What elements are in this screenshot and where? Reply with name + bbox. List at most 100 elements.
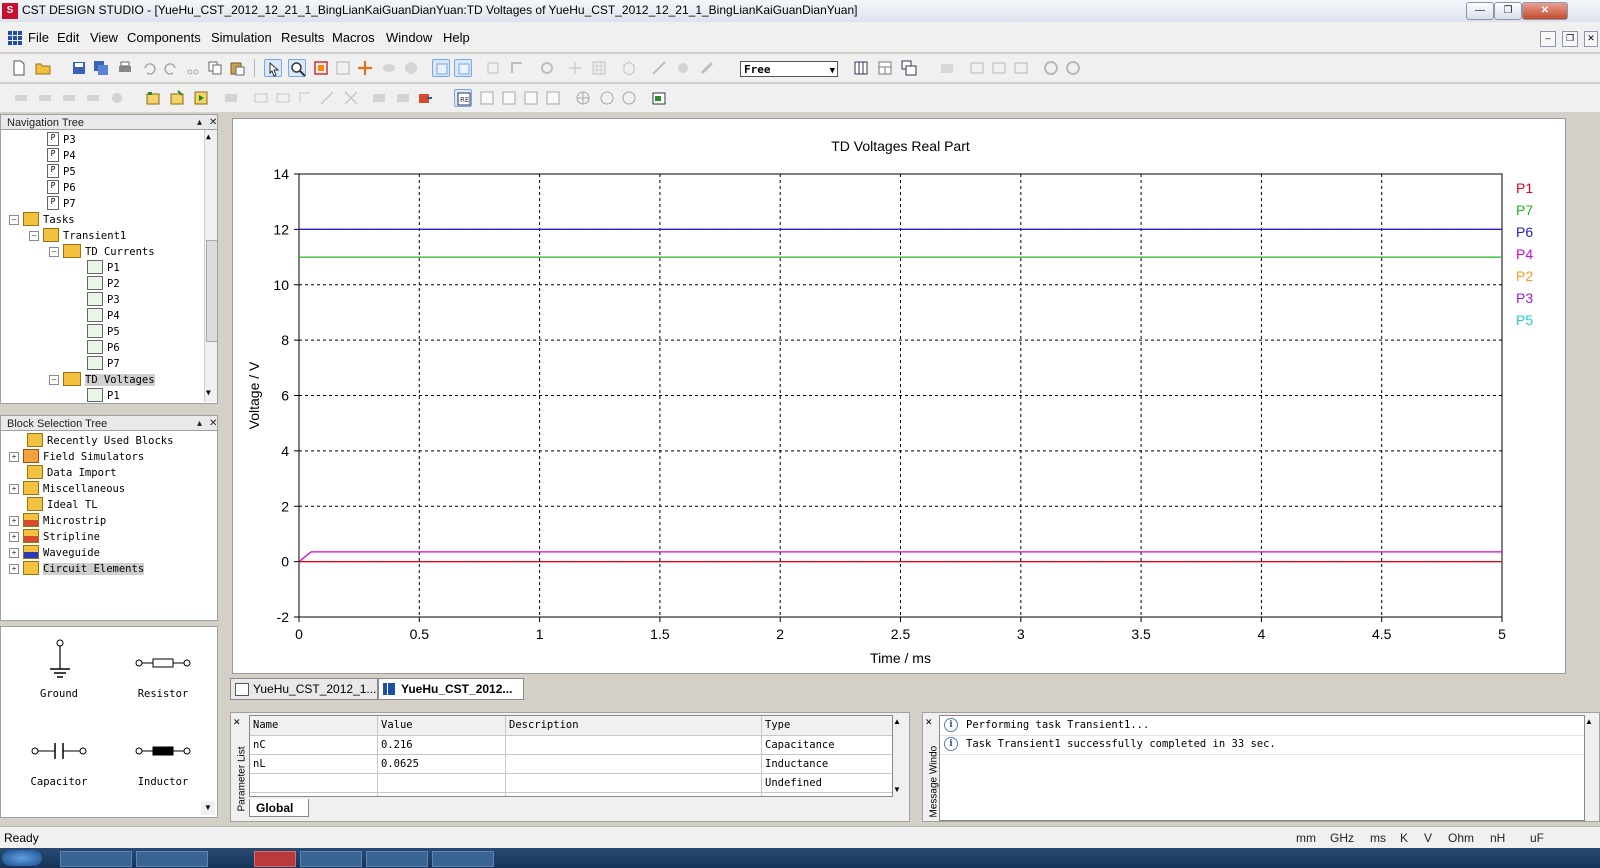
tree-item[interactable]: P3	[87, 292, 120, 308]
param-type-cell[interactable]: Capacitance	[762, 736, 892, 755]
marker-1-icon[interactable]	[574, 89, 592, 107]
tab-global[interactable]: Global	[249, 799, 309, 817]
print-icon[interactable]	[116, 59, 134, 77]
mdi-restore-button[interactable]: ❐	[1562, 31, 1578, 47]
param-value-cell[interactable]: 0.216	[378, 736, 506, 755]
expand-icon[interactable]: +	[9, 452, 19, 462]
block-item[interactable]: + Miscellaneous	[9, 481, 125, 497]
block-item[interactable]: Data Import	[27, 465, 117, 481]
t2-c-icon[interactable]	[60, 89, 78, 107]
menu-window[interactable]: Window	[386, 30, 432, 45]
collapse-icon[interactable]: –	[29, 231, 39, 241]
param-description-cell[interactable]	[506, 736, 762, 755]
plot-view[interactable]: TD Voltages Real Part 0 0.5 1 1.5 2 2.5 3 3.5 4 4.…	[232, 118, 1566, 674]
open-folder-icon[interactable]	[34, 59, 52, 77]
inductor-icon[interactable]	[135, 743, 191, 759]
doc-tab-result[interactable]: YueHu_CST_2012...	[378, 678, 524, 700]
pan-icon[interactable]	[356, 59, 374, 77]
tool-g-icon[interactable]	[990, 59, 1008, 77]
close-button[interactable]: ✕	[1522, 2, 1568, 20]
t2-l-icon[interactable]	[370, 89, 388, 107]
taskbar-item[interactable]	[366, 851, 428, 867]
navigation-scrollbar[interactable]: ▲ ▼	[204, 130, 217, 402]
menu-file[interactable]: File	[28, 30, 49, 45]
menu-simulation[interactable]: Simulation	[211, 30, 272, 45]
cut-icon[interactable]	[184, 59, 202, 77]
tree-item-tasks[interactable]: – Tasks	[9, 212, 75, 228]
sphere-icon[interactable]	[402, 59, 420, 77]
tool-a-icon[interactable]	[484, 59, 502, 77]
block-item[interactable]: + Field Simulators	[9, 449, 144, 465]
param-value-cell[interactable]: 0.0625	[378, 755, 506, 774]
menu-components[interactable]: Components	[127, 30, 201, 45]
tool-h-icon[interactable]	[1012, 59, 1030, 77]
tree-item-transient[interactable]: – Transient1	[29, 228, 126, 244]
close-panel-icon[interactable]: ✕	[209, 115, 217, 131]
tree-item[interactable]: P2	[87, 276, 120, 292]
panel-close-icon[interactable]: ✕	[925, 717, 933, 728]
tree-item[interactable]: P P7	[47, 196, 76, 212]
col-description-header[interactable]: Description	[506, 716, 762, 735]
taskbar-item[interactable]	[136, 851, 208, 867]
pin-icon[interactable]: ▴	[197, 416, 202, 432]
param-name-cell[interactable]: nL	[250, 755, 378, 774]
export-icon[interactable]	[416, 89, 434, 107]
result-3-icon[interactable]	[500, 89, 518, 107]
taskbar-item[interactable]	[300, 851, 362, 867]
start-button-icon[interactable]	[2, 850, 42, 866]
paste-icon[interactable]	[228, 59, 246, 77]
capacitor-icon[interactable]	[31, 741, 87, 761]
new-file-icon[interactable]	[10, 59, 28, 77]
rotate-icon[interactable]	[380, 59, 398, 77]
ground-icon[interactable]	[45, 639, 75, 679]
tree-item[interactable]: P4	[87, 308, 120, 324]
t2-j-icon[interactable]	[318, 89, 336, 107]
t2-b-icon[interactable]	[36, 89, 54, 107]
maximize-button[interactable]: ❐	[1494, 2, 1522, 20]
col-type-header[interactable]: Type	[762, 716, 892, 735]
fit-view-icon[interactable]	[334, 59, 352, 77]
menu-help[interactable]: Help	[443, 30, 470, 45]
expand-icon[interactable]: +	[9, 564, 19, 574]
mode-select[interactable]: Free ▼	[740, 61, 838, 77]
message-scroll-up-icon[interactable]: ▲	[1585, 717, 1593, 726]
copy-icon[interactable]	[206, 59, 224, 77]
block-item[interactable]: + Stripline	[9, 529, 100, 545]
result-2-icon[interactable]	[478, 89, 496, 107]
marker-3-icon[interactable]	[620, 89, 638, 107]
tree-item[interactable]: P P4	[47, 148, 76, 164]
mdi-minimize-button[interactable]: –	[1540, 31, 1556, 47]
zoom-rect-icon[interactable]	[312, 59, 330, 77]
block-item[interactable]: Recently Used Blocks	[27, 433, 173, 449]
close-panel-icon[interactable]: ✕	[209, 416, 217, 432]
param-description-cell[interactable]	[506, 755, 762, 774]
doc-tab-schematic[interactable]: YueHu_CST_2012_1...	[230, 678, 378, 700]
tool-3d-icon[interactable]	[968, 59, 986, 77]
collapse-icon[interactable]: –	[49, 375, 59, 385]
tree-item[interactable]: P P6	[47, 180, 76, 196]
t2-m-icon[interactable]	[394, 89, 412, 107]
t2-d-icon[interactable]	[84, 89, 102, 107]
cascade-windows-icon[interactable]	[900, 59, 918, 77]
tool-b-icon[interactable]	[508, 59, 526, 77]
collapse-icon[interactable]: –	[49, 247, 59, 257]
menu-results[interactable]: Results	[281, 30, 324, 45]
result-view-icon[interactable]: RE	[454, 89, 472, 107]
col-value-header[interactable]: Value	[378, 716, 506, 735]
menu-edit[interactable]: Edit	[57, 30, 79, 45]
minimize-button[interactable]: —	[1466, 2, 1494, 20]
view-mode-2-icon[interactable]	[454, 59, 472, 77]
settings-gear-icon[interactable]	[538, 59, 556, 77]
layout-1-icon[interactable]	[852, 59, 870, 77]
resistor-icon[interactable]	[135, 655, 191, 671]
select-pointer-icon[interactable]	[264, 59, 282, 77]
wire-icon[interactable]	[566, 59, 584, 77]
add-result-icon[interactable]	[650, 89, 668, 107]
tree-item[interactable]: P6	[87, 340, 120, 356]
save-icon[interactable]	[70, 59, 88, 77]
param-type-cell[interactable]: Undefined	[762, 774, 892, 793]
block-item[interactable]: + Waveguide	[9, 545, 100, 561]
menu-macros[interactable]: Macros	[332, 30, 375, 45]
param-description-cell[interactable]	[506, 774, 762, 793]
save-all-icon[interactable]	[92, 59, 110, 77]
